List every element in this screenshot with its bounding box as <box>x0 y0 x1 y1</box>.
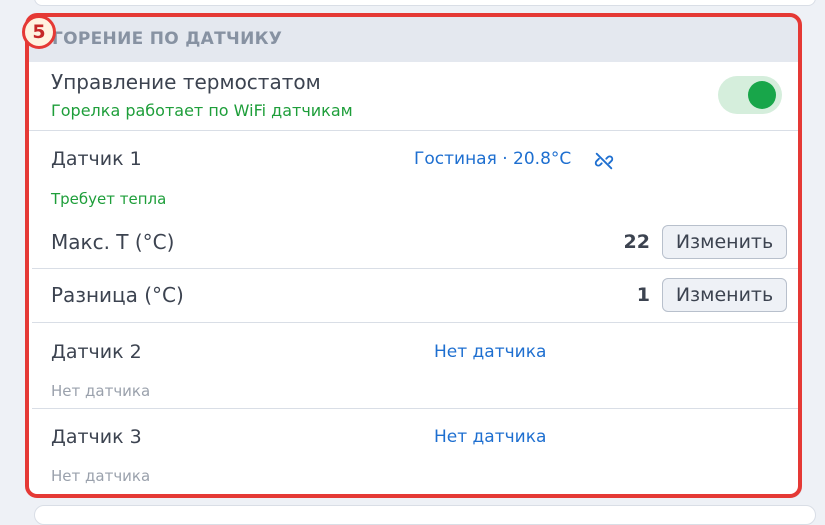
step-badge: 5 <box>22 15 56 49</box>
thermostat-status: Горелка работает по WiFi датчикам <box>51 101 353 120</box>
diff-label: Разница (°C) <box>51 283 184 307</box>
max-temp-value: 22 <box>623 231 650 253</box>
toggle-knob <box>748 81 776 109</box>
thermostat-toggle[interactable] <box>718 76 782 114</box>
unlink-icon[interactable] <box>593 150 615 172</box>
sensor3-status: Нет датчика <box>51 467 151 485</box>
sensor2-source-link[interactable]: Нет датчика <box>434 342 546 362</box>
burner-sensor-card: ГОРЕНИЕ ПО ДАТЧИКУ Управление термостато… <box>28 16 801 497</box>
sensor2-status: Нет датчика <box>51 382 151 400</box>
sensor1-label: Датчик 1 <box>51 148 142 170</box>
divider <box>32 408 801 409</box>
sensor1-source-link[interactable]: Гостиная · 20.8°C <box>414 149 571 169</box>
divider <box>32 322 801 323</box>
previous-card-edge <box>34 0 816 6</box>
divider <box>28 130 801 131</box>
sensor1-status: Требует тепла <box>51 190 167 208</box>
sensor3-source-link[interactable]: Нет датчика <box>434 427 546 447</box>
thermostat-label: Управление термостатом <box>51 70 321 94</box>
next-card-edge <box>34 505 816 525</box>
max-temp-label: Макс. Т (°C) <box>51 230 175 254</box>
sensor3-label: Датчик 3 <box>51 426 142 448</box>
diff-value: 1 <box>636 284 650 306</box>
divider <box>32 268 801 269</box>
card-header: ГОРЕНИЕ ПО ДАТЧИКУ <box>28 16 801 62</box>
diff-change-button[interactable]: Изменить <box>662 278 787 312</box>
card-title: ГОРЕНИЕ ПО ДАТЧИКУ <box>52 29 283 49</box>
sensor2-label: Датчик 2 <box>51 341 142 363</box>
max-temp-change-button[interactable]: Изменить <box>662 225 787 259</box>
